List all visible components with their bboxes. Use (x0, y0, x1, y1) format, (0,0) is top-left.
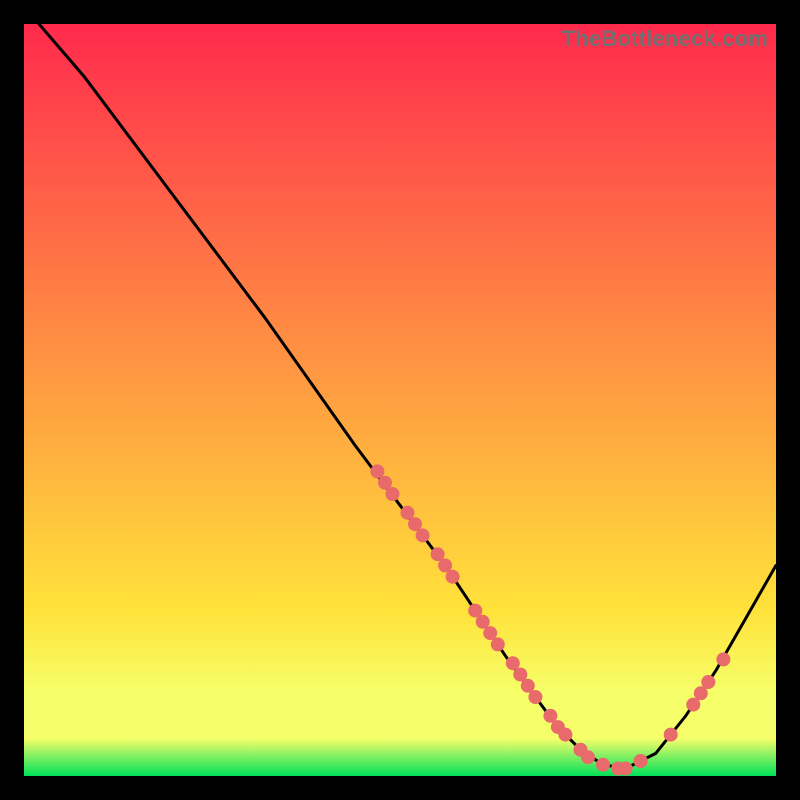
curve-marker (558, 728, 572, 742)
curve-marker (619, 762, 633, 776)
curve-marker (716, 652, 730, 666)
chart-frame: TheBottleneck.com (24, 24, 776, 776)
curve-marker (491, 637, 505, 651)
curve-marker (701, 675, 715, 689)
curve-marker (664, 728, 678, 742)
gradient-background (24, 24, 776, 776)
curve-marker (386, 487, 400, 501)
curve-marker (528, 690, 542, 704)
curve-marker (596, 758, 610, 772)
curve-marker (634, 754, 648, 768)
bottleneck-curve-chart (24, 24, 776, 776)
attribution-text: TheBottleneck.com (562, 26, 768, 52)
curve-marker (581, 750, 595, 764)
curve-marker (416, 528, 430, 542)
curve-marker (446, 570, 460, 584)
